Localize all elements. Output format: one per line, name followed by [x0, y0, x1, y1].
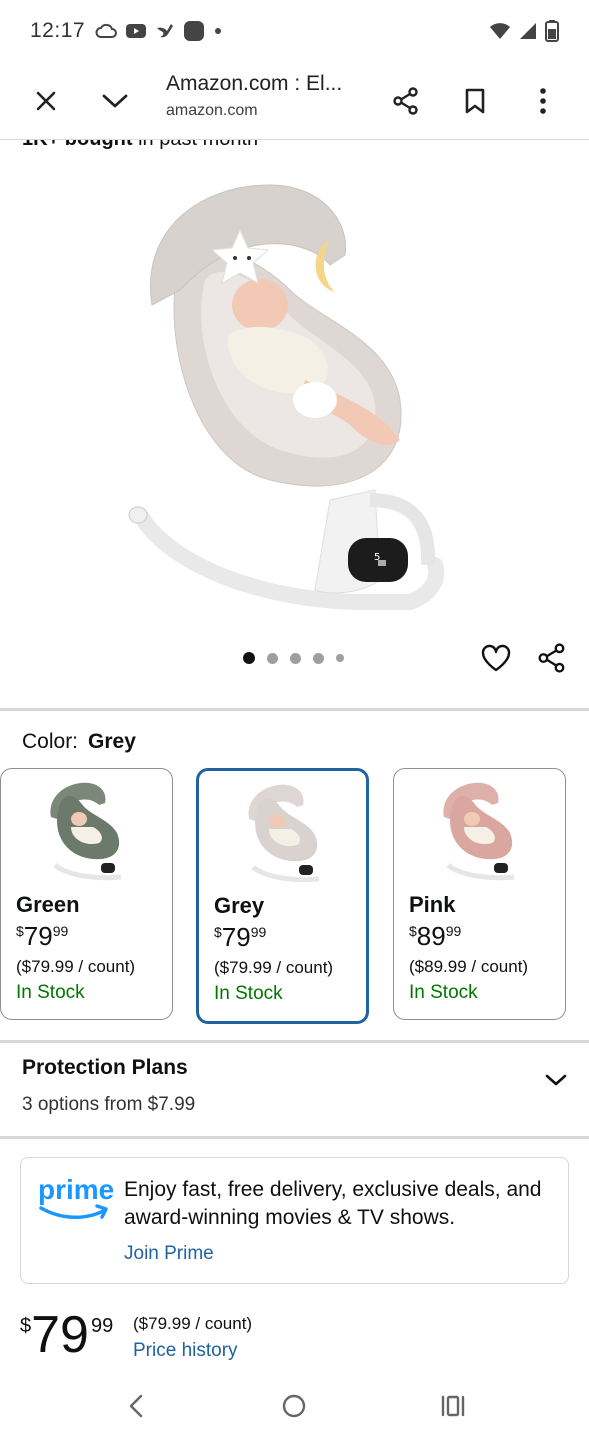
bookmark-button[interactable] — [445, 71, 505, 131]
swatch-stock-status: In Stock — [16, 982, 85, 1003]
nav-recents-button[interactable] — [433, 1386, 473, 1426]
signal-icon — [519, 22, 537, 40]
prime-description: Enjoy fast, free delivery, exclusive dea… — [124, 1178, 542, 1229]
more-vert-icon — [540, 88, 546, 114]
youtube-icon — [125, 23, 147, 39]
swatch-unit-price: ($79.99 / count) — [214, 958, 334, 977]
section-divider — [0, 708, 589, 711]
swatch-name: Grey — [214, 893, 265, 918]
swatch-thumbnail — [239, 779, 329, 884]
price-cents: 99 — [90, 1315, 114, 1337]
section-divider — [0, 1040, 589, 1043]
protection-plans-title[interactable]: Protection Plans — [22, 1056, 188, 1080]
page-url: amazon.com — [166, 102, 258, 119]
product-share-button[interactable] — [532, 638, 572, 678]
swatch-unit-price: ($89.99 / count) — [409, 957, 529, 976]
chevron-down-icon — [545, 1074, 567, 1086]
buybox-price: $ 79 99 — [20, 1305, 113, 1365]
more-options-button[interactable] — [513, 71, 573, 131]
swatch-thumbnail — [41, 777, 131, 882]
color-swatch-green[interactable]: Green $7999 ($79.99 / count) In Stock — [0, 768, 173, 1020]
carousel-dot[interactable] — [267, 652, 278, 664]
wifi-icon — [489, 22, 511, 40]
bird-icon — [155, 22, 175, 40]
share-button[interactable] — [376, 71, 436, 131]
image-carousel-dots[interactable] — [243, 652, 344, 664]
status-icons-right — [489, 20, 559, 42]
minimize-button[interactable] — [85, 71, 145, 131]
protection-plans-expand[interactable] — [536, 1062, 576, 1098]
swatch-unit-price: ($79.99 / count) — [16, 957, 136, 976]
recents-icon — [441, 1395, 465, 1417]
status-time: 12:17 — [30, 19, 86, 42]
color-label: Color: Grey — [22, 730, 136, 753]
status-bar: 12:17 — [0, 0, 589, 62]
section-divider — [0, 1136, 589, 1139]
carousel-dot[interactable] — [336, 654, 344, 662]
swatch-price: $7999 — [214, 922, 267, 952]
browser-toolbar: Amazon.com : El... amazon.com — [0, 62, 589, 140]
bookmark-icon — [465, 88, 485, 114]
selected-color: Grey — [88, 730, 136, 753]
page-content: 1K+ bought in past month 5 — [0, 140, 589, 1372]
color-swatch-pink[interactable]: Pink $8999 ($89.99 / count) In Stock — [393, 768, 566, 1020]
chevron-down-icon — [102, 94, 128, 108]
carousel-dot[interactable] — [243, 652, 255, 664]
carousel-dot[interactable] — [290, 652, 301, 664]
price-per-unit: ($79.99 / count) — [133, 1314, 253, 1333]
swatch-stock-status: In Stock — [409, 982, 478, 1003]
price-currency: $ — [20, 1315, 32, 1337]
price-history-link[interactable]: Price history — [133, 1340, 238, 1362]
swatch-name: Pink — [409, 892, 456, 917]
prime-logo: prime — [37, 1174, 114, 1224]
status-icons-left — [95, 20, 223, 42]
protection-plans-subtitle: 3 options from $7.99 — [22, 1094, 196, 1115]
back-icon — [129, 1394, 143, 1418]
page-title: Amazon.com : El... — [166, 72, 343, 95]
swatch-stock-status: In Stock — [214, 983, 283, 1004]
cloud-icon — [95, 23, 118, 39]
system-nav-bar — [0, 1372, 589, 1440]
nav-back-button[interactable] — [116, 1386, 156, 1426]
share-icon — [393, 87, 418, 115]
swatch-name: Green — [16, 892, 80, 917]
carousel-dot[interactable] — [313, 652, 324, 664]
page-title-area[interactable]: Amazon.com : El... amazon.com — [166, 72, 366, 120]
dot-icon — [213, 26, 223, 36]
join-prime-link[interactable]: Join Prime — [124, 1243, 214, 1265]
swatch-thumbnail — [434, 777, 524, 882]
home-icon — [282, 1394, 306, 1418]
battery-icon — [545, 20, 559, 42]
close-icon — [36, 91, 56, 111]
nav-home-button[interactable] — [274, 1386, 314, 1426]
swatch-price: $7999 — [16, 921, 69, 951]
close-button[interactable] — [16, 71, 76, 131]
swatch-price: $8999 — [409, 921, 462, 951]
prime-banner[interactable]: prime Enjoy fast, free delivery, exclusi… — [20, 1157, 569, 1284]
bought-count: 1K+ bought in past month — [22, 140, 258, 151]
share-icon — [538, 643, 565, 673]
app-icon — [183, 20, 205, 42]
baby-swing-image: 5 — [128, 184, 445, 610]
heart-icon — [481, 644, 511, 672]
color-swatch-grey[interactable]: Grey $7999 ($79.99 / count) In Stock — [196, 768, 369, 1024]
wishlist-button[interactable] — [476, 638, 516, 678]
price-whole: 79 — [31, 1306, 89, 1364]
prime-logo-text: prime — [38, 1174, 113, 1205]
product-image[interactable]: 5 — [110, 170, 480, 610]
